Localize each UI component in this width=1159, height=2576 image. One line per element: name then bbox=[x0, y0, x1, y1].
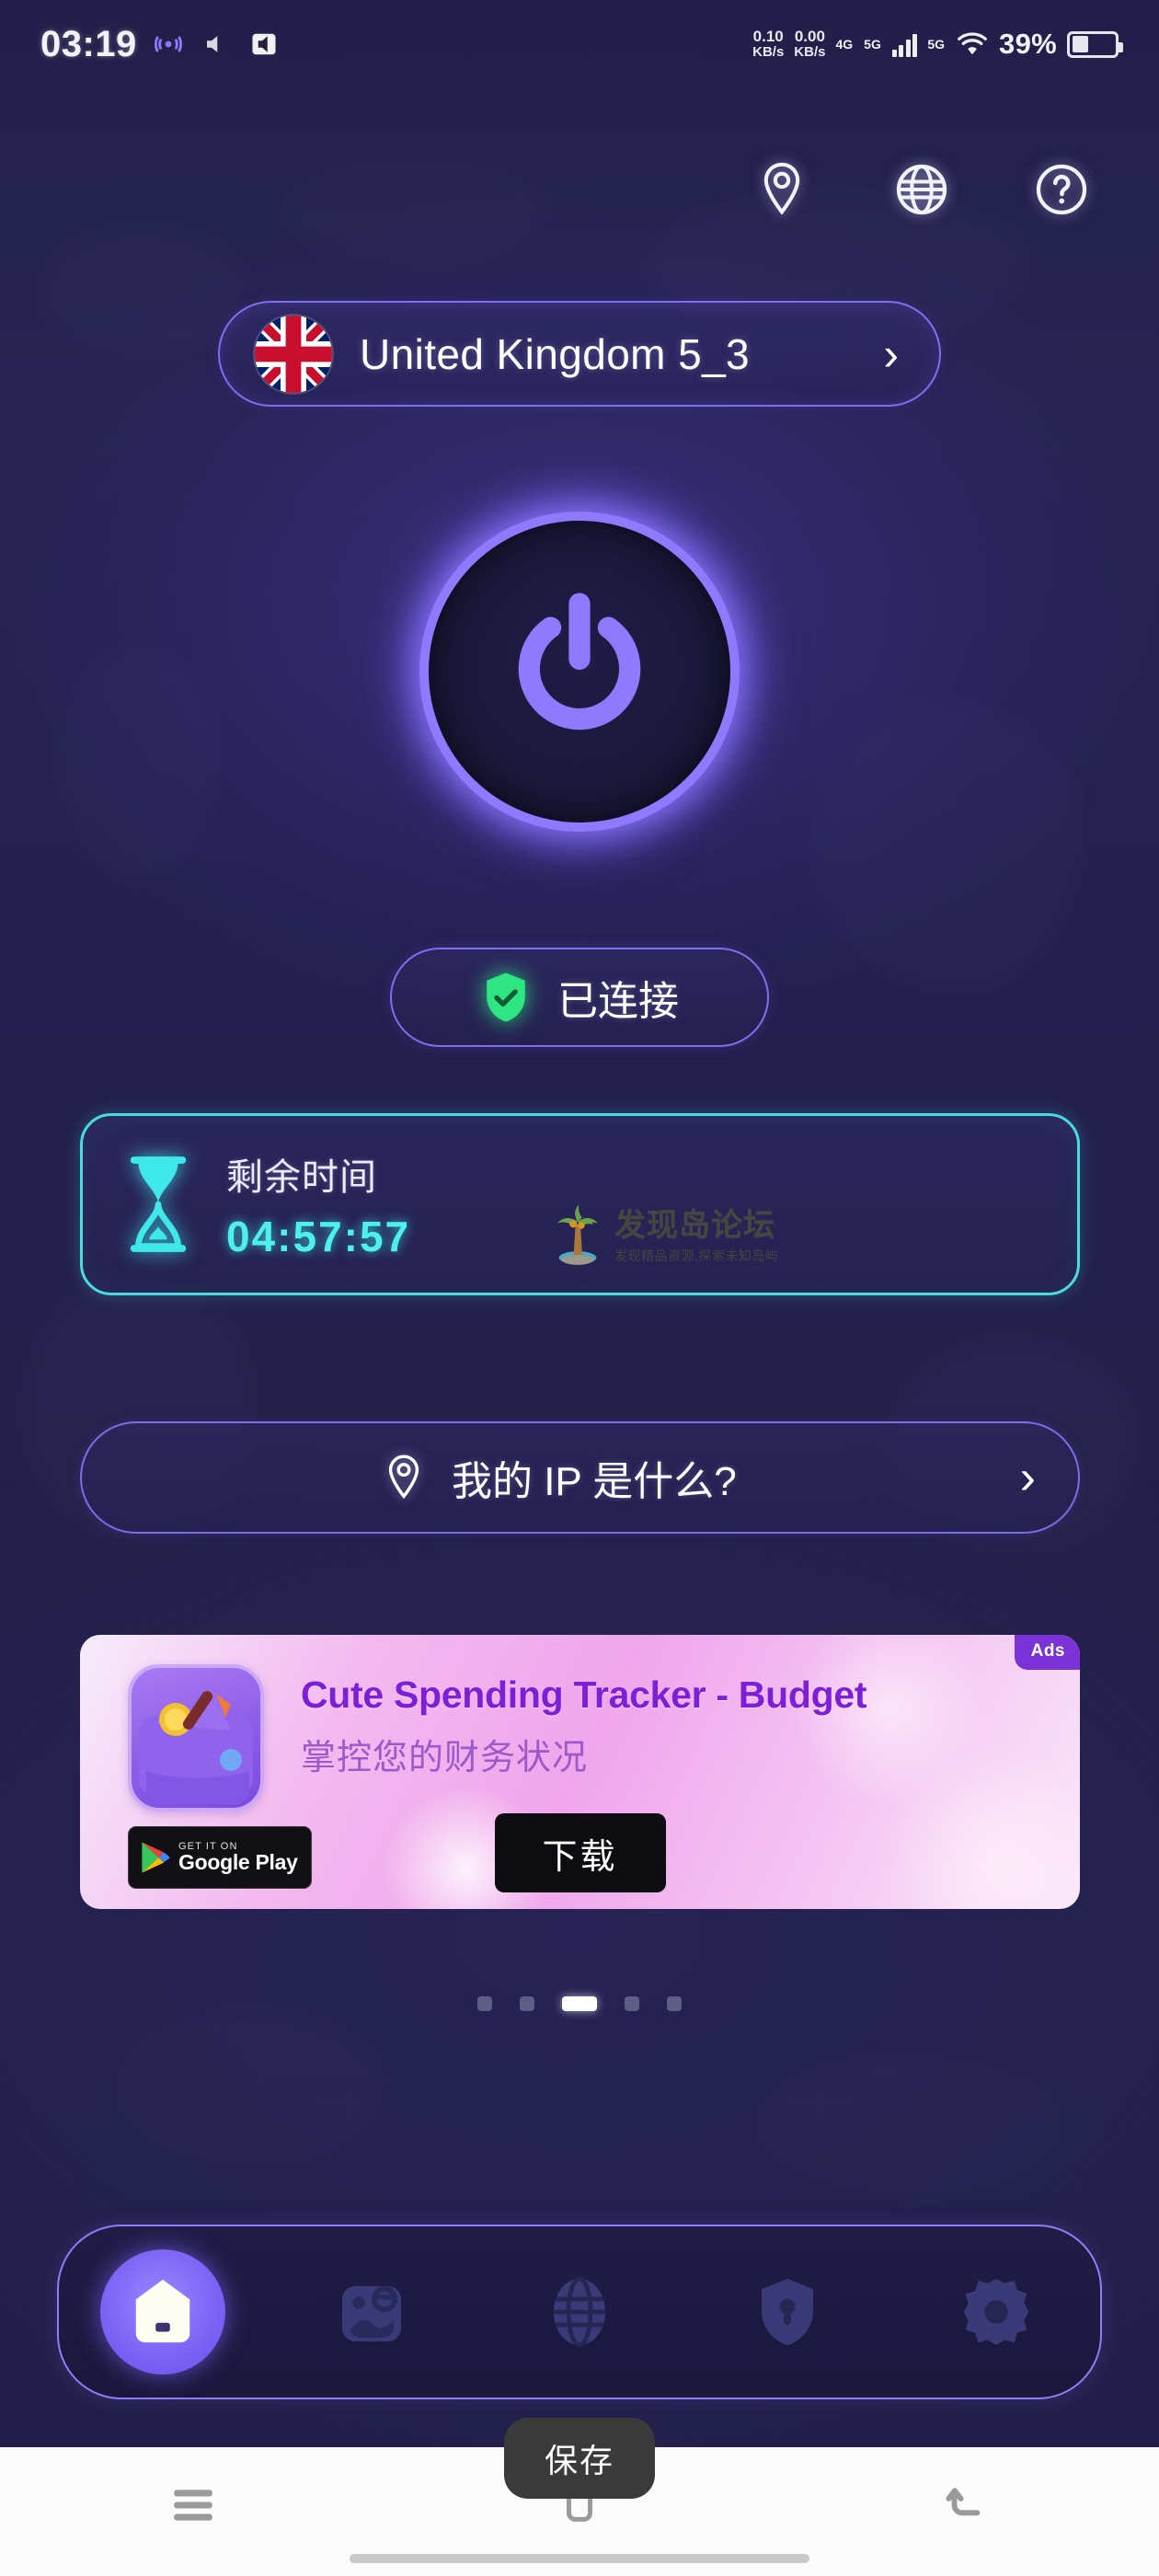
shield-lock-icon bbox=[762, 2279, 814, 2345]
gesture-handle[interactable] bbox=[350, 2554, 809, 2563]
nav-active-indicator bbox=[100, 2249, 226, 2375]
sound-icon bbox=[247, 28, 281, 61]
bottom-navigation-bar bbox=[57, 2225, 1102, 2399]
recents-menu-icon[interactable] bbox=[0, 2481, 386, 2529]
mute-icon bbox=[200, 28, 233, 61]
ad-download-button[interactable]: 下载 bbox=[494, 1813, 666, 1892]
carousel-dot[interactable] bbox=[520, 1996, 534, 2011]
carousel-indicator bbox=[0, 1996, 1159, 2011]
server-country-name: United Kingdom 5_3 bbox=[360, 329, 751, 378]
connection-status-text: 已连接 bbox=[557, 979, 679, 1024]
nav-item-reward[interactable] bbox=[267, 2226, 475, 2398]
google-play-text: GET IT ON Google Play bbox=[178, 1842, 298, 1873]
status-bar-right: 0.10 KB/s 0.00 KB/s 4G 5G 5G 39% bbox=[752, 28, 1123, 61]
connection-status-badge: 已连接 bbox=[390, 948, 769, 1047]
ad-subtitle: 掌控您的财务状况 bbox=[301, 1739, 589, 1777]
carousel-dot[interactable] bbox=[667, 1996, 682, 2011]
network-label-3: 5G bbox=[927, 37, 946, 52]
net-speed-value-1: 0.10 bbox=[752, 28, 784, 46]
my-ip-label: 我的 IP 是什么? bbox=[451, 1459, 737, 1504]
status-clock: 03:19 bbox=[40, 23, 137, 64]
nav-item-servers[interactable] bbox=[476, 2226, 683, 2398]
net-speed-unit-2: KB/s bbox=[794, 44, 826, 61]
globe-servers-icon bbox=[554, 2276, 606, 2348]
ads-badge: Ads bbox=[1014, 1635, 1080, 1670]
network-label-2: 5G bbox=[864, 37, 881, 52]
shield-check-icon bbox=[487, 972, 525, 1022]
help-circle-icon[interactable] bbox=[1028, 156, 1095, 223]
network-speed-1: 0.10 KB/s bbox=[752, 29, 784, 59]
net-speed-unit-1: KB/s bbox=[752, 44, 785, 61]
timer-value: 04:57:57 bbox=[226, 1213, 411, 1260]
back-icon[interactable] bbox=[773, 2481, 1159, 2529]
ad-banner[interactable]: Ads Cute Spending Tracker - Budget 掌控您的财… bbox=[80, 1635, 1080, 1909]
ad-app-icon bbox=[128, 1664, 264, 1811]
wifi-icon bbox=[956, 28, 989, 61]
my-ip-button[interactable]: 我的 IP 是什么? › bbox=[80, 1421, 1080, 1534]
carousel-dot[interactable] bbox=[625, 1996, 639, 2011]
hourglass-icon bbox=[130, 1156, 187, 1252]
location-pin-icon bbox=[388, 1455, 419, 1500]
chevron-right-icon: › bbox=[883, 328, 899, 380]
status-bar: 03:19 0.10 KB/s 0.00 KB/s 4G 5G 5G 39% bbox=[0, 0, 1159, 88]
nav-item-security[interactable] bbox=[683, 2226, 891, 2398]
phone-screen: 03:19 0.10 KB/s 0.00 KB/s 4G 5G 5G 39% U… bbox=[0, 0, 1159, 2576]
timer-text-group: 剩余时间 04:57:57 发现岛论坛 发现精品资源,探索未知岛屿 bbox=[226, 1147, 1035, 1265]
location-pin-icon[interactable] bbox=[749, 156, 815, 223]
power-button[interactable] bbox=[386, 478, 773, 865]
header-icon-row bbox=[749, 156, 1095, 223]
google-play-bottom-line: Google Play bbox=[178, 1850, 298, 1874]
power-icon bbox=[518, 592, 641, 730]
battery-percent: 39% bbox=[999, 28, 1057, 60]
server-selector[interactable]: United Kingdom 5_3 › bbox=[218, 301, 941, 407]
uk-flag-icon bbox=[255, 315, 332, 393]
time-remaining-card: 剩余时间 04:57:57 发现岛论坛 发现精品资源,探索未知岛屿 bbox=[80, 1113, 1080, 1295]
network-speed-2: 0.00 KB/s bbox=[794, 29, 825, 59]
google-play-icon bbox=[142, 1842, 170, 1873]
google-play-badge[interactable]: GET IT ON Google Play bbox=[128, 1826, 312, 1889]
network-label-1: 4G bbox=[835, 37, 854, 52]
signal-bars-icon bbox=[891, 32, 918, 57]
nav-item-home[interactable] bbox=[59, 2226, 267, 2398]
ad-title: Cute Spending Tracker - Budget bbox=[301, 1673, 867, 1716]
carousel-dot[interactable] bbox=[477, 1996, 492, 2011]
settings-gear-icon bbox=[963, 2279, 1029, 2345]
carousel-dot-active[interactable] bbox=[562, 1996, 597, 2011]
timer-label: 剩余时间 bbox=[226, 1157, 377, 1198]
battery-icon bbox=[1067, 30, 1123, 58]
signal-wave-icon bbox=[152, 28, 185, 61]
chevron-right-icon: › bbox=[1019, 1451, 1036, 1504]
status-bar-left: 03:19 bbox=[40, 24, 281, 65]
globe-icon[interactable] bbox=[889, 156, 955, 223]
reward-gift-icon bbox=[341, 2285, 401, 2341]
nav-item-settings[interactable] bbox=[892, 2226, 1100, 2398]
save-tooltip[interactable]: 保存 bbox=[503, 2418, 656, 2499]
home-icon bbox=[135, 2279, 190, 2343]
net-speed-value-2: 0.00 bbox=[794, 28, 825, 46]
